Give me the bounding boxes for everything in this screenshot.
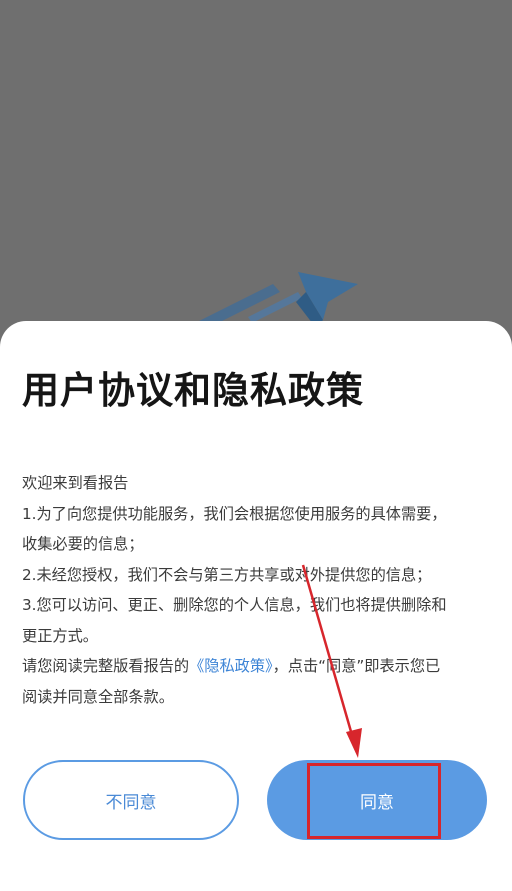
point1-line2: 收集必要的信息； — [22, 535, 144, 553]
notice-line1: 请您阅读完整版看报告的《隐私政策》，点击“同意”即表示您已 — [22, 651, 494, 682]
agree-button-label: 同意 — [360, 792, 394, 813]
privacy-policy-link[interactable]: 《隐私政策》 — [189, 657, 273, 675]
point1-line1: 1.为了向您提供功能服务，我们会根据您使用服务的具体需要， — [22, 504, 447, 523]
agree-button[interactable]: 同意 — [267, 760, 487, 840]
point3-line1: 3.您可以访问、更正、删除您的个人信息，我们也将提供删除和 — [22, 596, 447, 614]
notice-line2: 阅读并同意全部条款。 — [22, 687, 174, 706]
dialog-title: 用户协议和隐私政策 — [22, 369, 364, 412]
disagree-button[interactable]: 不同意 — [23, 760, 239, 840]
point2-text: 2.未经您授权，我们不会与第三方共享或对外提供您的信息； — [22, 565, 432, 584]
disagree-button-label: 不同意 — [105, 792, 157, 813]
greeting-text: 欢迎来到看报告 — [22, 474, 129, 492]
notice-suffix: ，点击“同意”即表示您已 — [272, 657, 441, 675]
dialog-body: 欢迎来到看报告 1.为了向您提供功能服务，我们会根据您使用服务的具体需要， 收集… — [22, 468, 494, 712]
notice-prefix: 请您阅读完整版看报告的 — [22, 657, 190, 675]
point3-line2: 更正方式。 — [22, 626, 98, 645]
